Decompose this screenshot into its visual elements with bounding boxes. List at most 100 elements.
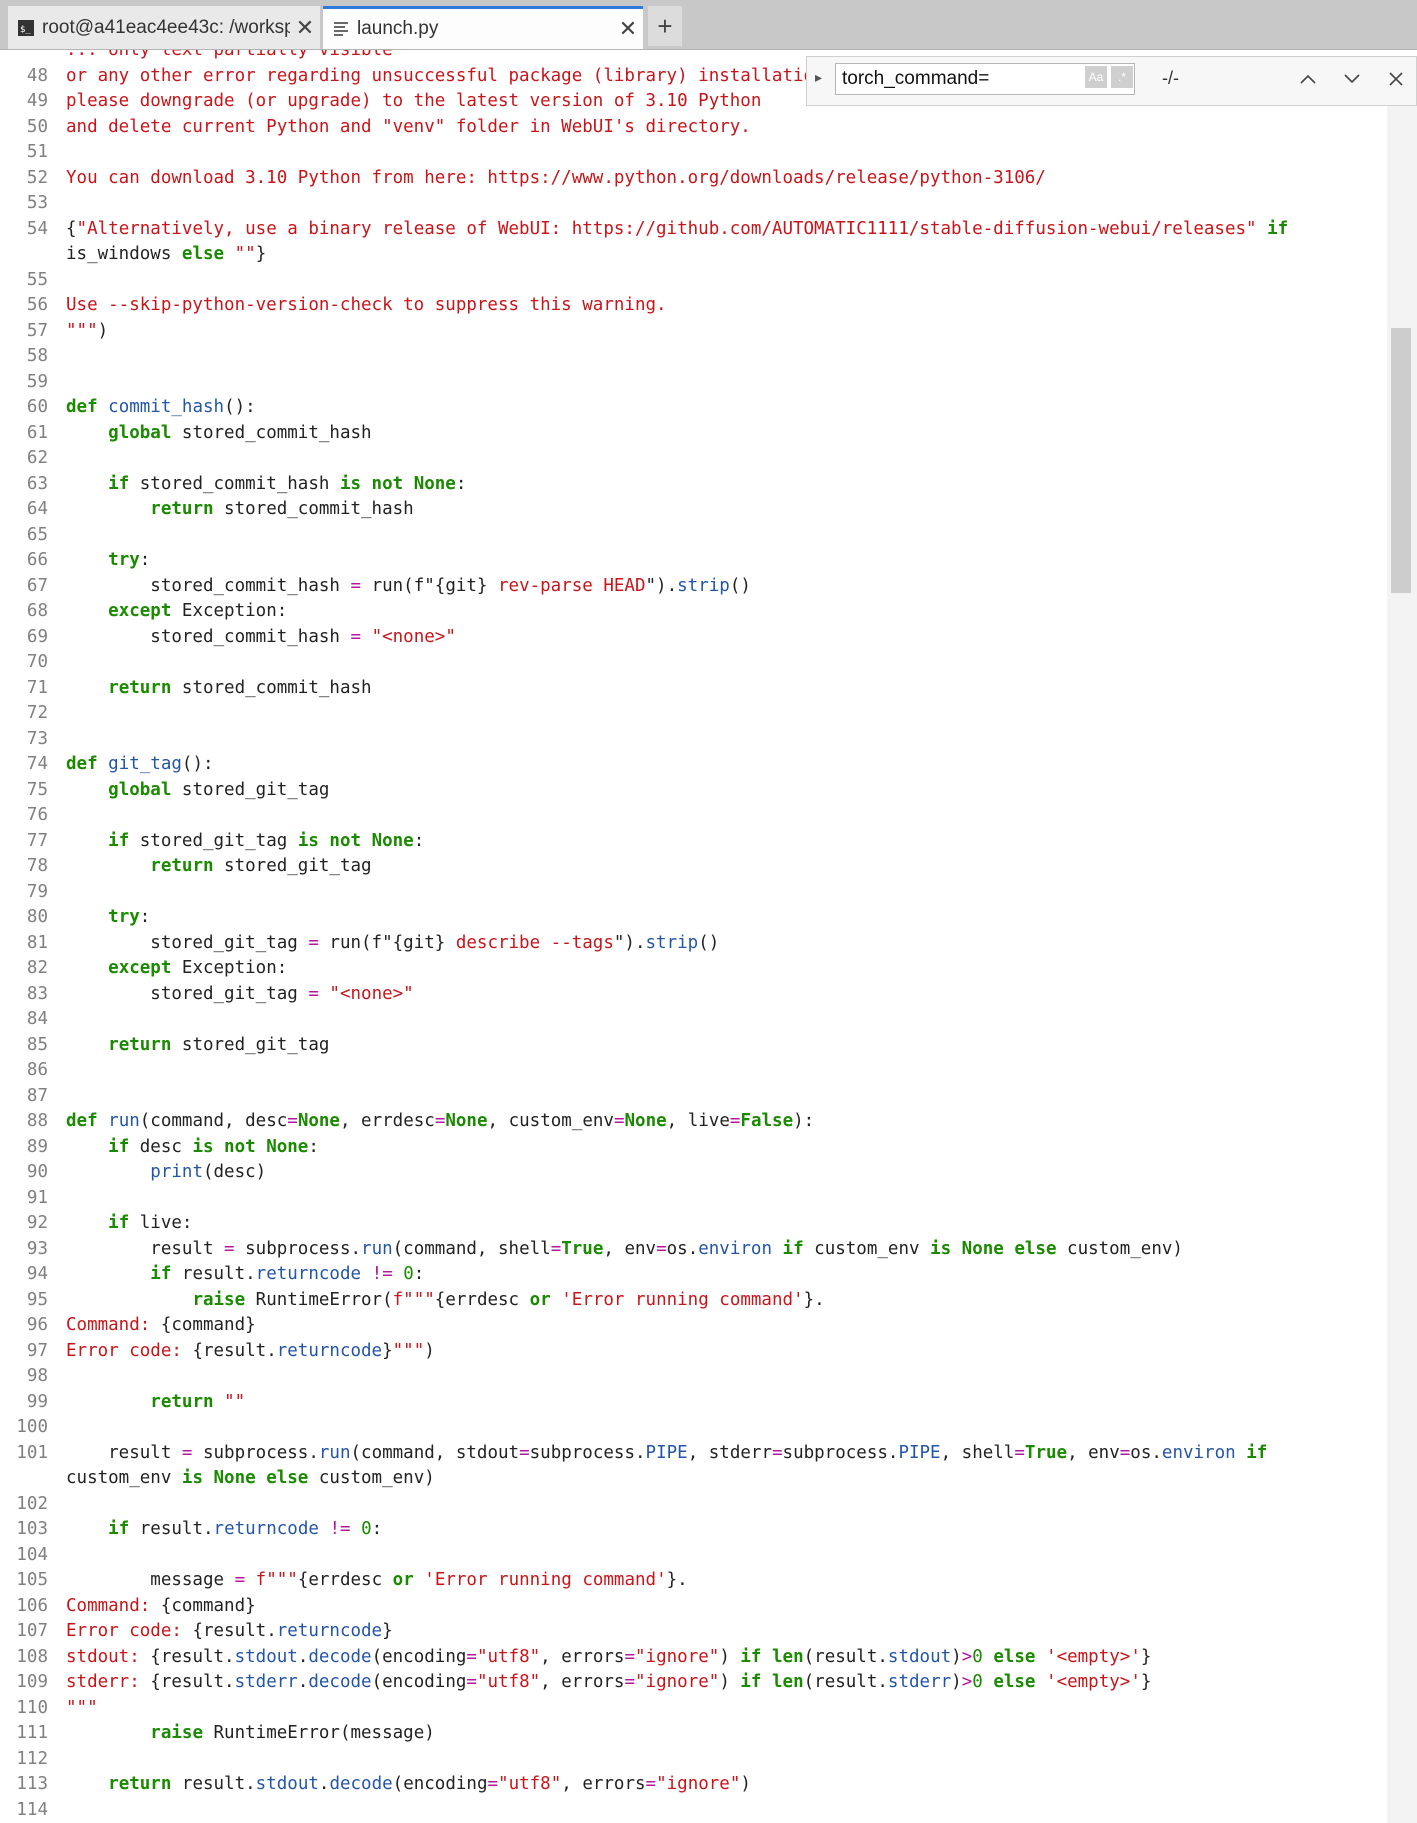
code-token: if [1246, 1442, 1268, 1463]
code-token: global [108, 779, 172, 800]
code-token: > [961, 1646, 973, 1667]
find-bar: ▸ Aa .* -/- [806, 56, 1417, 106]
code-line: 87 [0, 1084, 1380, 1110]
code-token: } [255, 244, 267, 264]
line-number: 105 [16, 1570, 48, 1590]
line-number: 78 [26, 856, 48, 876]
code-token: result [66, 1442, 182, 1463]
code-line: 104 [0, 1543, 1380, 1569]
close-search-icon[interactable] [1379, 62, 1413, 96]
code-line: 92 if live: [0, 1211, 1380, 1237]
code-token: "" [234, 244, 256, 264]
code-token: (encoding [371, 1672, 467, 1692]
code-token: stderr [887, 1672, 952, 1692]
code-line: 74 def git_tag(): [0, 752, 1380, 778]
code-token: stored_git_tag [66, 983, 309, 1004]
scrollbar-thumb[interactable] [1391, 327, 1411, 593]
code-token: raise [150, 1723, 203, 1743]
code-token: ) [719, 1672, 741, 1692]
code-token: Error code: [66, 1340, 193, 1361]
code-token: (encoding [371, 1646, 467, 1667]
code-line: 98 [0, 1364, 1380, 1390]
code-token: : [413, 830, 425, 851]
code-text: stored_commit_hash = run(f"{git} rev-par… [66, 574, 751, 600]
line-number: 88 [26, 1111, 48, 1131]
code-text: except Exception: [66, 956, 287, 982]
code-token: (): [224, 397, 256, 417]
line-number: 48 [26, 65, 48, 86]
code-line: 80 try: [0, 905, 1380, 931]
line-number: 62 [26, 448, 48, 468]
code-token: , errors [561, 1774, 646, 1794]
line-number: 97 [26, 1340, 48, 1361]
code-token: stored_commit_hash [66, 626, 351, 647]
tab-terminal[interactable]: $_ root@a41eac4ee43c: /workspace ✕ [8, 6, 320, 49]
expand-replace-arrow-icon[interactable]: ▸ [815, 69, 822, 86]
code-token: is None else [181, 1468, 309, 1488]
code-token: 'Error running command' [424, 1570, 667, 1590]
line-number: 110 [16, 1697, 48, 1718]
code-token: "utf8" [476, 1646, 541, 1667]
line-number: 95 [26, 1289, 48, 1310]
document-icon [333, 21, 349, 37]
code-token: git_tag [108, 754, 182, 774]
code-token: ) [719, 1646, 741, 1667]
code-token: stored_git_tag [129, 830, 298, 851]
code-line: 102 [0, 1492, 1380, 1518]
code-token: run [318, 1442, 351, 1463]
new-tab-plus-icon[interactable]: + [648, 6, 682, 46]
code-token: Exception: [171, 601, 288, 621]
code-line: 75 global stored_git_tag [0, 778, 1380, 804]
code-text: Error code: {result.returncode}""") [66, 1339, 435, 1365]
code-editor[interactable]: ... only text partially visible 48 or any … [0, 50, 1417, 1823]
match-case-icon[interactable]: Aa [1085, 66, 1107, 88]
code-line: 66 try: [0, 548, 1380, 574]
code-token: if [108, 1136, 130, 1157]
code-token: = [181, 1442, 193, 1463]
code-token: }. [803, 1289, 825, 1310]
code-token: stored_git_tag [171, 779, 330, 800]
tab-launch-py[interactable]: launch.py ✕ [323, 6, 643, 49]
code-token: (command, stdout [350, 1442, 520, 1463]
code-token: "utf8" [498, 1774, 562, 1794]
regex-icon[interactable]: .* [1111, 66, 1133, 88]
code-line: 110 """ [0, 1696, 1380, 1722]
code-token: run [361, 1238, 393, 1259]
next-match-icon[interactable] [1335, 62, 1369, 96]
code-line: 69 stored_commit_hash = "<none>" [0, 625, 1380, 651]
code-token: = [350, 575, 362, 596]
line-number: 114 [16, 1799, 48, 1820]
code-token: subprocess. [192, 1442, 319, 1463]
code-line: 83 stored_git_tag = "<none>" [0, 982, 1380, 1008]
code-line: 50 and delete current Python and "venv" f… [0, 115, 1380, 141]
code-token: f""" [392, 1289, 435, 1310]
code-line: 56 Use --skip-python-version-check to sup… [0, 293, 1380, 319]
code-token: "Alternatively, use a binary release of … [76, 218, 1257, 239]
code-token: ) [97, 320, 109, 341]
code-text: def run(command, desc=None, errdesc=None… [66, 1109, 814, 1135]
line-number: 102 [16, 1493, 48, 1514]
line-number: 56 [26, 295, 48, 315]
line-number: 51 [26, 142, 48, 162]
code-text: raise RuntimeError(message) [66, 1721, 434, 1747]
code-token: os. [1130, 1442, 1162, 1463]
code-text: if stored_commit_hash is not None: [66, 472, 466, 498]
code-token: = [656, 1238, 667, 1259]
code-token: result. [171, 1774, 256, 1794]
code-token: return [150, 1391, 214, 1412]
code-token: environ [698, 1238, 772, 1259]
code-token: is not None [192, 1136, 309, 1157]
code-token: decode [308, 1672, 372, 1692]
code-token: = [224, 1238, 235, 1259]
close-icon[interactable]: ✕ [613, 16, 643, 42]
previous-match-icon[interactable] [1291, 62, 1325, 96]
code-token: desc [129, 1136, 193, 1157]
code-line: 90 print(desc) [0, 1160, 1380, 1186]
line-number: 81 [26, 932, 48, 953]
code-token: result. [171, 1264, 256, 1284]
close-icon[interactable]: ✕ [290, 15, 320, 41]
